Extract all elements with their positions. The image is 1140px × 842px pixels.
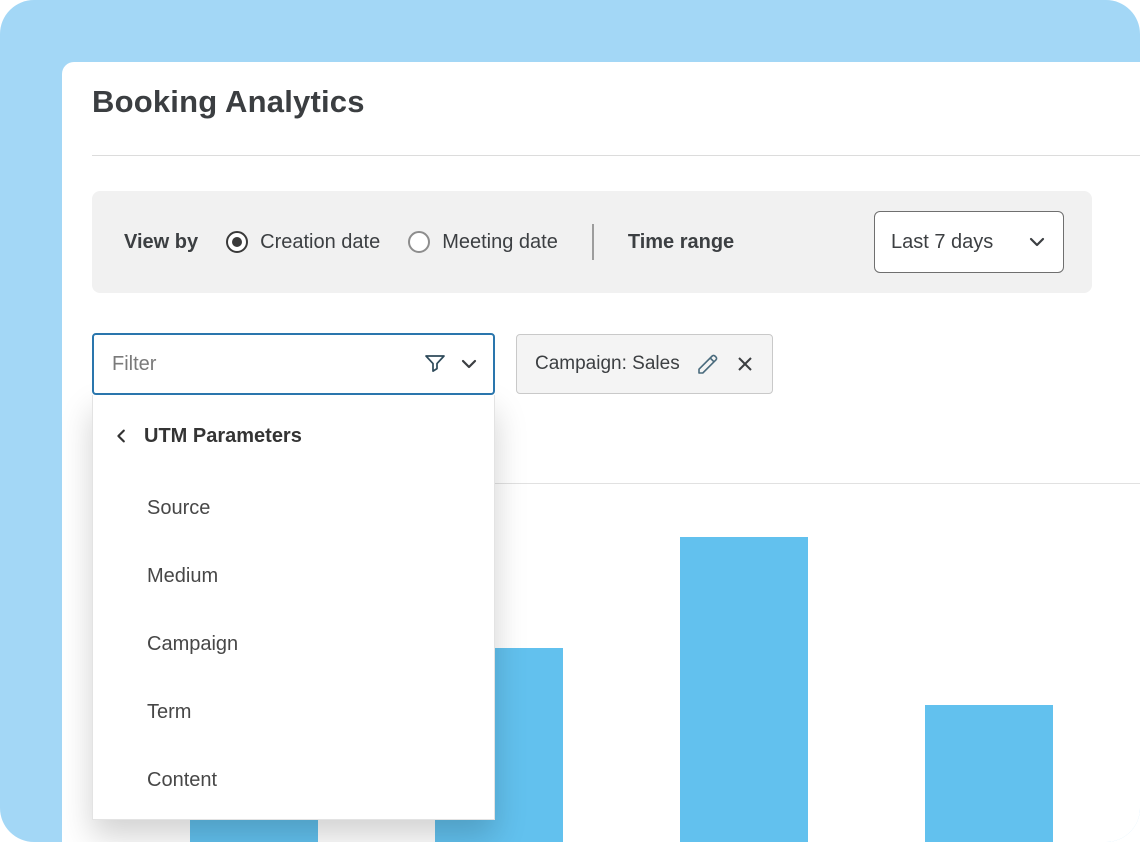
booking-analytics-window: Booking Analytics View by Creation date … [62, 62, 1140, 842]
filter-dropdown-panel: UTM Parameters Source Medium Campaign Te… [92, 395, 495, 820]
edit-pencil-icon[interactable] [696, 352, 720, 376]
dropdown-header-utm-parameters[interactable]: UTM Parameters [93, 416, 494, 456]
filter-chip-campaign-sales: Campaign: Sales [516, 334, 773, 394]
chevron-left-icon[interactable] [113, 427, 131, 445]
chip-label: Campaign: Sales [535, 353, 680, 375]
filter-funnel-icon[interactable] [423, 352, 447, 376]
chevron-down-icon[interactable] [459, 354, 479, 374]
remove-x-icon[interactable] [736, 355, 754, 373]
dropdown-item-source[interactable]: Source [93, 474, 494, 542]
dropdown-item-campaign[interactable]: Campaign [93, 610, 494, 678]
app-background: Booking Analytics View by Creation date … [0, 0, 1140, 842]
dropdown-header-label: UTM Parameters [144, 425, 302, 448]
filter-input-box[interactable] [92, 333, 495, 395]
dropdown-item-medium[interactable]: Medium [93, 542, 494, 610]
filter-input[interactable] [110, 352, 423, 377]
dropdown-item-term[interactable]: Term [93, 678, 494, 746]
chart-bar [925, 705, 1053, 842]
dropdown-item-list: Source Medium Campaign Term Content [93, 474, 494, 814]
chart-bar [680, 537, 808, 842]
dropdown-item-content[interactable]: Content [93, 746, 494, 814]
